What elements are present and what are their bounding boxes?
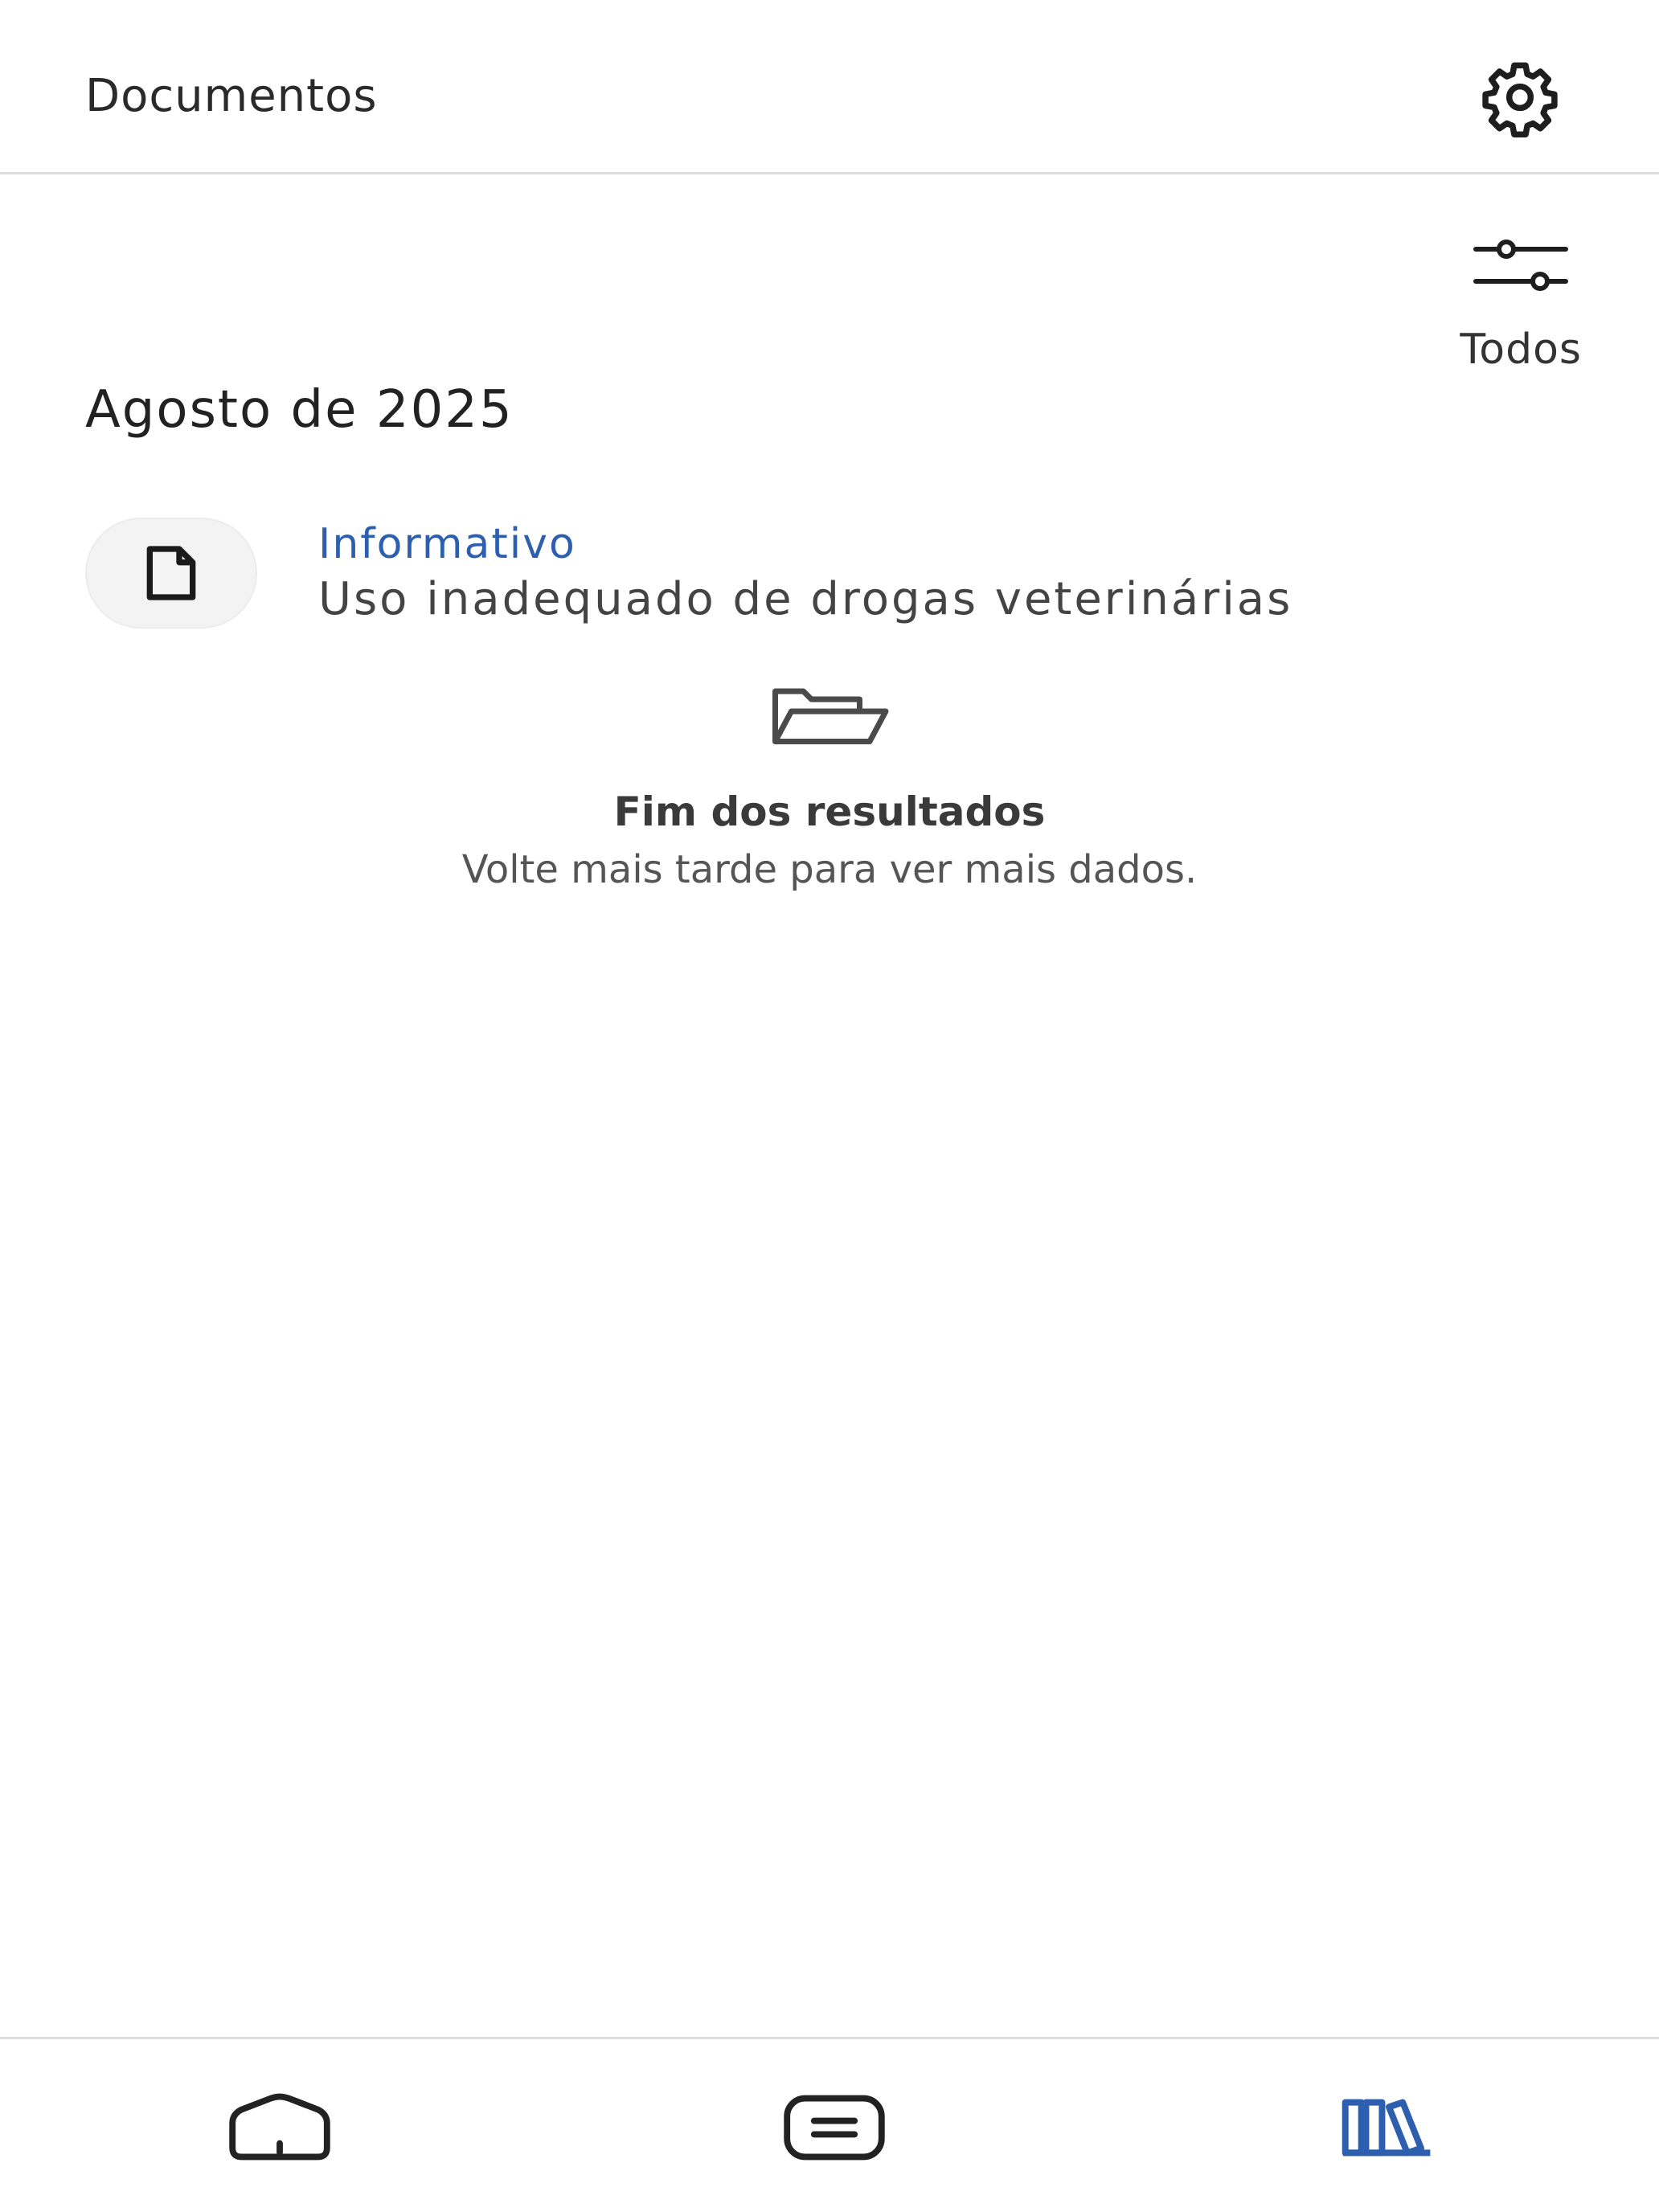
nav-home[interactable] bbox=[215, 2079, 344, 2176]
nav-list[interactable] bbox=[770, 2079, 899, 2176]
document-type: Informativo bbox=[318, 520, 576, 568]
folder-open-icon bbox=[772, 688, 889, 744]
section-title: Agosto de 2025 bbox=[85, 380, 514, 440]
sliders-icon bbox=[1473, 240, 1568, 291]
list-icon bbox=[784, 2095, 885, 2161]
document-title: Uso inadequado de drogas veterinárias bbox=[318, 573, 1293, 625]
page-title: Documentos bbox=[85, 70, 378, 122]
library-icon bbox=[1342, 2099, 1431, 2157]
settings-button[interactable] bbox=[1468, 53, 1572, 141]
end-subtitle: Volte mais tarde para ver mais dados. bbox=[461, 847, 1198, 892]
filter-label: Todos bbox=[1460, 326, 1582, 374]
document-icon bbox=[146, 546, 196, 600]
bottom-nav bbox=[0, 2037, 1659, 2212]
gear-icon bbox=[1482, 62, 1558, 137]
filter-button[interactable]: Todos bbox=[1415, 225, 1591, 378]
end-of-results: Fim dos resultados Volte mais tarde para… bbox=[0, 683, 1659, 895]
nav-library[interactable] bbox=[1325, 2079, 1453, 2176]
documents-screen: Documentos Todos Agosto de 2025 Informat… bbox=[0, 0, 1659, 2212]
list-item[interactable]: Informativo Uso inadequado de drogas vet… bbox=[80, 506, 1591, 635]
app-header: Documentos bbox=[0, 0, 1659, 174]
home-icon bbox=[229, 2093, 330, 2161]
document-avatar bbox=[85, 518, 257, 629]
end-title: Fim dos resultados bbox=[613, 789, 1046, 835]
